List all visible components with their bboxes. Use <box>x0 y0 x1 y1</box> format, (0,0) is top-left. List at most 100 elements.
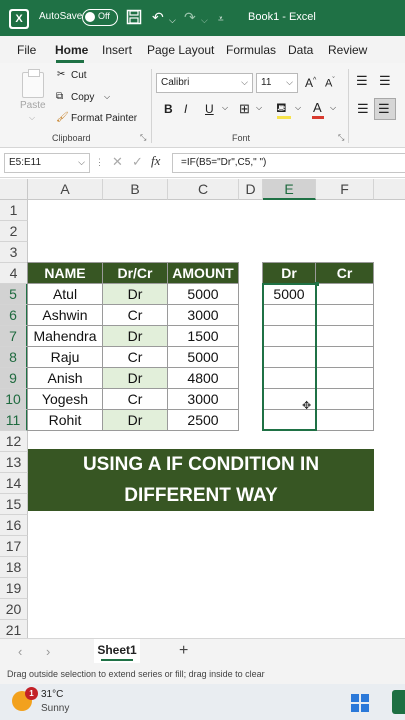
align-middle-icon[interactable]: ☰ <box>379 73 391 89</box>
borders-icon[interactable]: ⊞ <box>239 101 250 117</box>
header-name[interactable]: NAME <box>27 262 103 284</box>
row-header[interactable]: 19 <box>0 578 28 599</box>
result-cell-cr[interactable] <box>315 283 374 305</box>
select-all-corner[interactable] <box>0 179 28 200</box>
scroll-left-icon[interactable]: ‹ <box>18 644 22 659</box>
copy-dropdown-icon[interactable]: ⌵ <box>104 92 110 102</box>
result-cell-dr[interactable] <box>262 409 316 431</box>
result-cell-dr[interactable] <box>262 346 316 368</box>
format-painter-icon[interactable]: 🖌 <box>56 112 69 123</box>
column-header-e[interactable]: E <box>263 179 316 200</box>
table-cell-name[interactable]: Ashwin <box>27 304 103 326</box>
row-header[interactable]: 15 <box>0 494 28 515</box>
table-cell-amount[interactable]: 5000 <box>167 283 239 305</box>
table-cell-drcr[interactable]: Cr <box>102 304 168 326</box>
font-color-icon[interactable]: A <box>313 100 322 115</box>
table-cell-amount[interactable]: 3000 <box>167 388 239 410</box>
result-cell-cr[interactable] <box>315 304 374 326</box>
result-cell-dr[interactable]: 5000 <box>262 283 316 305</box>
tab-home[interactable]: Home <box>55 43 88 57</box>
tab-file[interactable]: File <box>17 43 36 57</box>
bold-button[interactable]: B <box>164 102 173 116</box>
row-header[interactable]: 17 <box>0 536 28 557</box>
redo-dropdown-icon[interactable]: ⌵ <box>201 12 208 28</box>
autosave-toggle[interactable]: Off <box>82 9 118 26</box>
tab-review[interactable]: Review <box>328 43 367 57</box>
align-left-icon[interactable]: ☰ <box>357 101 369 117</box>
scroll-right-icon[interactable]: › <box>46 644 50 659</box>
result-cell-dr[interactable] <box>262 325 316 347</box>
row-header[interactable]: 7 <box>0 326 28 347</box>
enter-icon[interactable]: ✓ <box>132 154 143 170</box>
table-cell-amount[interactable]: 2500 <box>167 409 239 431</box>
column-header-a[interactable]: A <box>28 179 103 200</box>
redo-icon[interactable]: ↷ <box>184 9 196 25</box>
paste-icon[interactable] <box>22 69 44 98</box>
row-header[interactable]: 13 <box>0 452 28 473</box>
paste-button[interactable]: Paste <box>20 100 46 111</box>
table-cell-name[interactable]: Yogesh <box>27 388 103 410</box>
cut-icon[interactable]: ✂ <box>57 69 65 80</box>
font-color-dropdown-icon[interactable]: ⌵ <box>330 103 336 113</box>
header-dr-cr[interactable]: Dr/Cr <box>102 262 168 284</box>
copy-button[interactable]: Copy <box>71 92 94 103</box>
customize-toolbar-icon[interactable]: ⩡ <box>218 12 224 28</box>
table-cell-drcr[interactable]: Dr <box>102 367 168 389</box>
row-header[interactable]: 4 <box>0 263 28 284</box>
row-header[interactable]: 2 <box>0 221 28 242</box>
result-cell-dr[interactable] <box>262 304 316 326</box>
result-cell-cr[interactable] <box>315 367 374 389</box>
cancel-icon[interactable]: ✕ <box>112 154 123 170</box>
underline-button[interactable]: U <box>205 102 214 116</box>
column-header-f[interactable]: F <box>316 179 374 200</box>
header-result-cr[interactable]: Cr <box>315 262 374 284</box>
undo-dropdown-icon[interactable]: ⌵ <box>169 12 176 28</box>
row-header[interactable]: 11 <box>0 410 28 431</box>
row-header[interactable]: 5 <box>0 284 28 305</box>
font-size-select[interactable]: 11 ⌵ <box>256 73 298 93</box>
row-header[interactable]: 14 <box>0 473 28 494</box>
table-cell-name[interactable]: Raju <box>27 346 103 368</box>
spreadsheet-grid[interactable]: A B C D E F 1 2 3 4 5 6 7 8 9 10 11 12 1… <box>0 178 405 641</box>
table-cell-amount[interactable]: 1500 <box>167 325 239 347</box>
borders-dropdown-icon[interactable]: ⌵ <box>256 103 262 113</box>
table-cell-name[interactable]: Anish <box>27 367 103 389</box>
row-header[interactable]: 1 <box>0 200 28 221</box>
fill-color-dropdown-icon[interactable]: ⌵ <box>295 103 301 113</box>
row-header[interactable]: 6 <box>0 305 28 326</box>
header-result-dr[interactable]: Dr <box>262 262 316 284</box>
result-cell-cr[interactable] <box>315 325 374 347</box>
cut-button[interactable]: Cut <box>71 70 87 81</box>
windows-start-icon[interactable] <box>351 694 369 712</box>
result-cell-cr[interactable] <box>315 388 374 410</box>
copy-icon[interactable]: ⧉ <box>56 91 63 102</box>
table-cell-name[interactable]: Rohit <box>27 409 103 431</box>
table-cell-amount[interactable]: 3000 <box>167 304 239 326</box>
align-top-icon[interactable]: ☰ <box>356 73 368 89</box>
name-box[interactable]: E5:E11 ⌵ <box>4 153 90 173</box>
tab-page-layout[interactable]: Page Layout <box>147 43 214 57</box>
column-header-d[interactable]: D <box>239 179 263 200</box>
insert-function-icon[interactable]: fx <box>151 153 160 169</box>
undo-icon[interactable]: ↶ <box>152 9 164 25</box>
result-cell-cr[interactable] <box>315 346 374 368</box>
column-header-b[interactable]: B <box>103 179 168 200</box>
row-header[interactable]: 20 <box>0 599 28 620</box>
row-header[interactable]: 8 <box>0 347 28 368</box>
clipboard-launcher-icon[interactable]: ⤡ <box>140 133 146 143</box>
result-cell-cr[interactable] <box>315 409 374 431</box>
header-amount[interactable]: AMOUNT <box>167 262 239 284</box>
table-cell-drcr[interactable]: Cr <box>102 346 168 368</box>
result-cell-dr[interactable] <box>262 367 316 389</box>
formula-input[interactable]: =IF(B5="Dr",C5," ") <box>172 153 405 173</box>
paste-dropdown-icon[interactable]: ⌵ <box>29 113 35 123</box>
underline-dropdown-icon[interactable]: ⌵ <box>222 103 228 113</box>
row-header[interactable]: 16 <box>0 515 28 536</box>
table-cell-name[interactable]: Mahendra <box>27 325 103 347</box>
column-header-g[interactable] <box>374 179 405 200</box>
add-sheet-button[interactable]: + <box>179 642 188 660</box>
table-cell-amount[interactable]: 5000 <box>167 346 239 368</box>
font-name-select[interactable]: Calibri ⌵ <box>156 73 253 93</box>
increase-font-size-icon[interactable]: A^ <box>305 76 316 90</box>
row-header[interactable]: 10 <box>0 389 28 410</box>
